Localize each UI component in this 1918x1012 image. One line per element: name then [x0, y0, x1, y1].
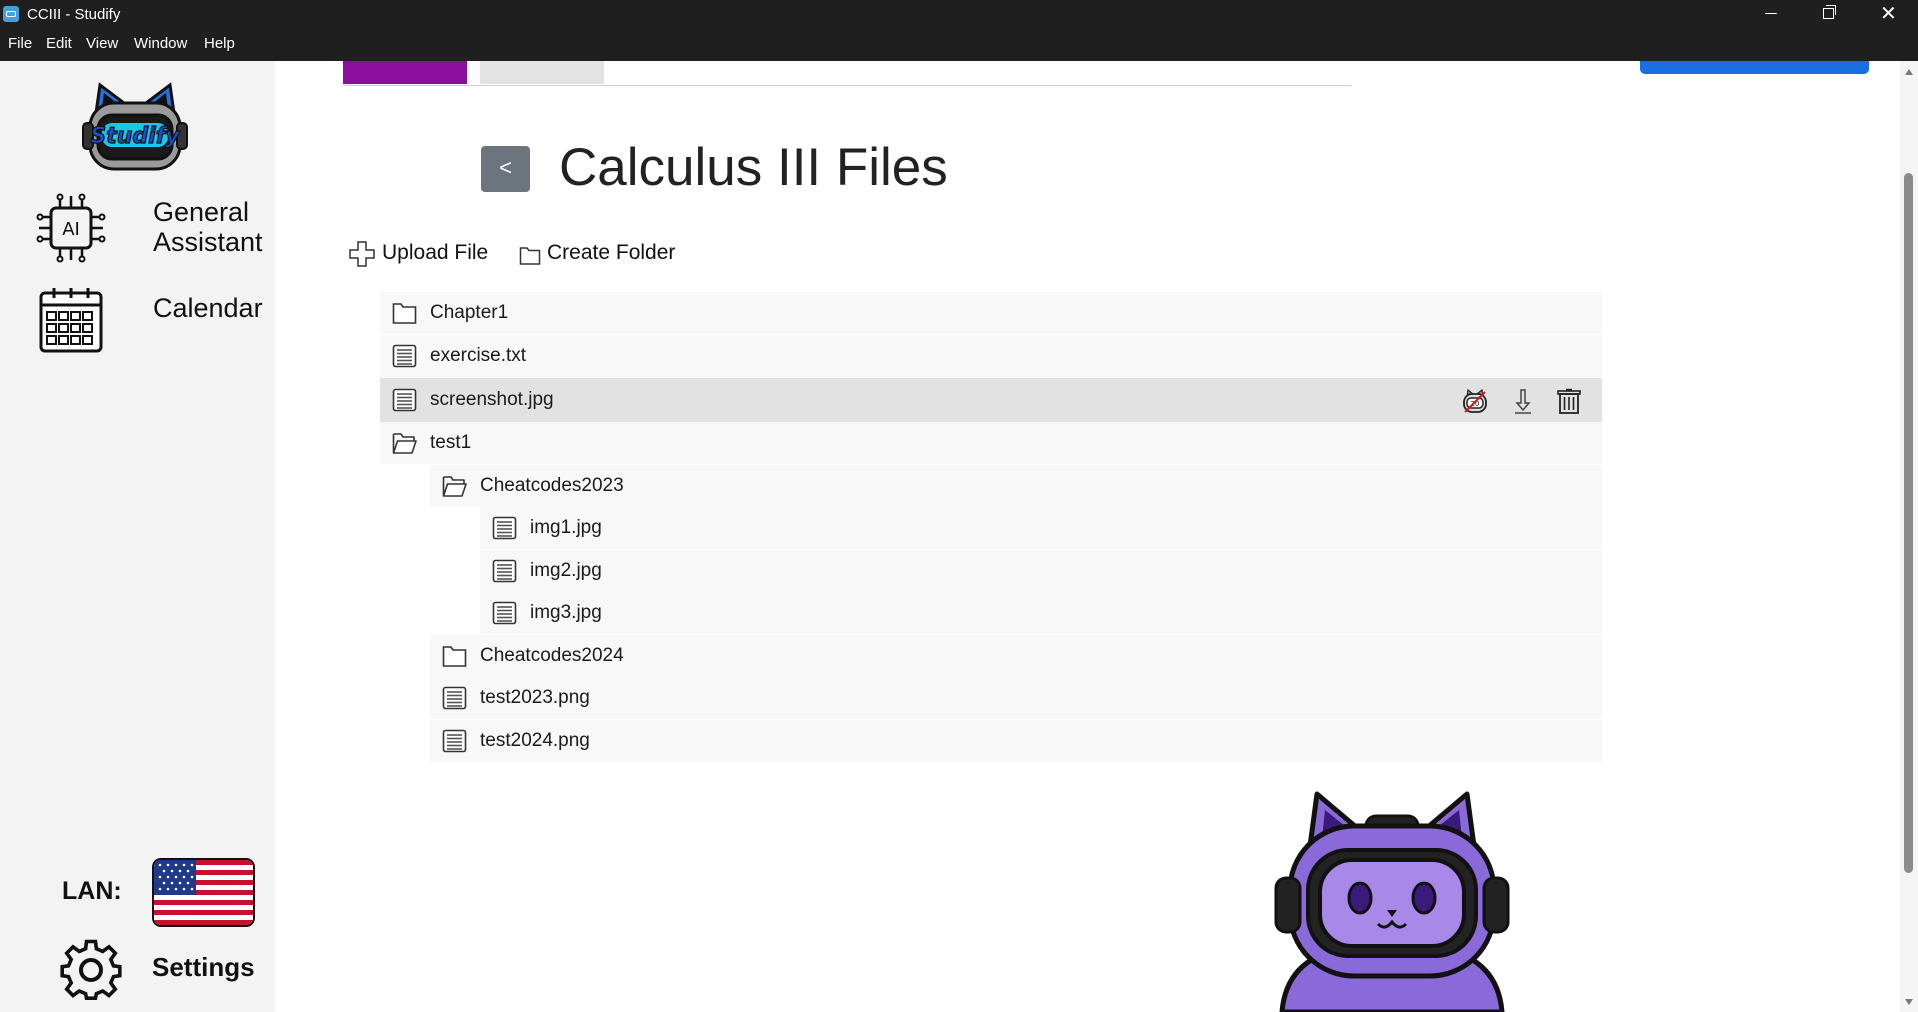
tree-row-file[interactable]: exercise.txt	[380, 335, 1602, 377]
menu-help[interactable]: Help	[204, 35, 235, 52]
folder-open-icon	[442, 476, 467, 497]
create-folder-label: Create Folder	[547, 241, 676, 264]
language-flag-button[interactable]	[152, 858, 255, 927]
sidebar: Studify AI General Assistant Calendar LA…	[0, 61, 275, 1012]
tree-item-name: exercise.txt	[430, 345, 527, 366]
menu-bar: File Edit View Window Help	[0, 29, 1918, 61]
tree-row-file[interactable]: test2023.png	[430, 677, 1602, 719]
download-icon[interactable]	[1510, 388, 1536, 414]
settings-link[interactable]: Settings	[152, 952, 255, 983]
tree-item-name: test2024.png	[480, 730, 590, 751]
close-button[interactable]: ✕	[1858, 0, 1916, 29]
nav-calendar-label: Calendar	[153, 293, 263, 323]
menu-view[interactable]: View	[86, 35, 118, 52]
plus-icon	[349, 241, 375, 267]
tree-row-file[interactable]: img1.jpg	[480, 507, 1602, 549]
folder-icon	[519, 247, 541, 265]
tab-active[interactable]	[343, 61, 467, 84]
file-icon	[492, 559, 517, 583]
language-label: LAN:	[62, 877, 122, 905]
tree-row-file[interactable]: test2024.png	[430, 720, 1602, 762]
vertical-scrollbar[interactable]	[1900, 61, 1918, 1012]
logo-text: Studify	[90, 124, 181, 149]
app-icon	[3, 6, 19, 22]
tree-item-name: Cheatcodes2024	[480, 645, 624, 666]
file-icon	[492, 601, 517, 625]
minimize-button[interactable]	[1742, 0, 1800, 29]
menu-window[interactable]: Window	[134, 35, 187, 52]
tab-inactive[interactable]	[480, 61, 604, 84]
tree-row-file[interactable]: img2.jpg	[480, 550, 1602, 592]
upload-file-button[interactable]: Upload File	[349, 239, 495, 267]
file-icon	[442, 686, 467, 710]
top-action-button[interactable]	[1640, 61, 1869, 74]
page-title: Calculus III Files	[559, 138, 948, 197]
nav-general-assistant[interactable]: AI General Assistant	[36, 193, 272, 265]
tree-item-name: img2.jpg	[530, 560, 602, 581]
tree-row-folder-open[interactable]: Cheatcodes2023	[430, 465, 1602, 507]
tree-item-name: test1	[430, 432, 472, 453]
tree-item-name: test2023.png	[480, 687, 590, 708]
folder-open-icon	[392, 433, 417, 454]
studify-logo: Studify	[82, 82, 188, 171]
calendar-icon	[39, 288, 103, 353]
restore-icon	[1823, 5, 1836, 19]
nav-calendar[interactable]: Calendar	[36, 285, 272, 357]
file-icon	[392, 388, 417, 412]
minimize-icon	[1765, 13, 1777, 14]
menu-edit[interactable]: Edit	[46, 35, 72, 52]
tab-strip	[343, 61, 1351, 86]
svg-text:AI: AI	[62, 219, 80, 240]
row-actions: 20	[1462, 388, 1582, 414]
file-icon	[442, 729, 467, 753]
tree-row-file[interactable]: img3.jpg	[480, 592, 1602, 634]
us-flag-icon	[154, 860, 253, 925]
tree-item-name: Chapter1	[430, 302, 509, 323]
scroll-up-arrow-icon[interactable]	[1905, 69, 1913, 75]
menu-file[interactable]: File	[8, 35, 32, 52]
close-icon: ✕	[1880, 3, 1897, 25]
tree-row-folder[interactable]: Cheatcodes2024	[430, 635, 1602, 677]
cat-robot-mascot	[1274, 791, 1510, 1012]
delete-icon[interactable]	[1556, 388, 1582, 414]
ai-study-icon[interactable]: 20	[1462, 388, 1488, 414]
file-icon	[492, 516, 517, 540]
back-button[interactable]: <	[481, 146, 530, 192]
tree-item-name: screenshot.jpg	[430, 389, 554, 410]
tree-row-folder[interactable]: Chapter1	[380, 292, 1602, 334]
tree-item-name: img1.jpg	[530, 517, 602, 538]
scroll-thumb[interactable]	[1904, 173, 1913, 873]
restore-button[interactable]	[1800, 0, 1858, 29]
gear-icon[interactable]	[58, 937, 124, 1003]
ai-chip-icon: AI	[36, 193, 106, 263]
folder-icon	[442, 646, 467, 667]
tree-row-file-selected[interactable]: screenshot.jpg 20	[380, 378, 1602, 422]
create-folder-button[interactable]: Create Folder	[519, 239, 689, 267]
title-bar: CCIII - Studify ✕	[0, 0, 1918, 29]
scroll-down-arrow-icon[interactable]	[1905, 999, 1913, 1005]
window-title: CCIII - Studify	[27, 6, 121, 23]
file-icon	[392, 344, 417, 368]
tree-row-folder-open[interactable]: test1	[380, 422, 1602, 464]
tree-item-name: img3.jpg	[530, 602, 602, 623]
nav-general-assistant-label: General Assistant	[153, 197, 263, 257]
folder-icon	[392, 303, 417, 324]
upload-file-label: Upload File	[382, 241, 489, 264]
tree-item-name: Cheatcodes2023	[480, 475, 624, 496]
